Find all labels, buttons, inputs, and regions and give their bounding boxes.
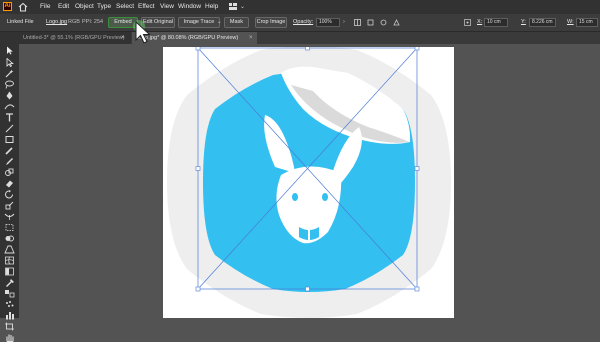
menu-view[interactable]: View: [160, 3, 174, 11]
menu-window[interactable]: Window: [178, 3, 201, 11]
blend-icon[interactable]: [4, 289, 15, 298]
mask-button[interactable]: Mask: [224, 17, 249, 28]
crop-image-button[interactable]: Crop Image: [255, 17, 287, 28]
menu-type[interactable]: Type: [97, 3, 111, 11]
color-mode: RGB: [68, 19, 80, 25]
workspace-icon[interactable]: [229, 3, 237, 10]
type-icon[interactable]: [4, 113, 15, 122]
paintbrush-icon[interactable]: [4, 146, 15, 155]
eyedropper-icon[interactable]: [4, 278, 15, 287]
recolor-icon[interactable]: [393, 19, 400, 26]
app-logo: Ai: [3, 2, 12, 11]
eraser-icon[interactable]: [4, 179, 15, 188]
hand-icon[interactable]: [4, 333, 15, 342]
align-icon[interactable]: [354, 19, 361, 26]
symbol-sprayer-icon[interactable]: [4, 300, 15, 309]
tools-panel: [0, 32, 19, 342]
image-trace-dropdown[interactable]: ⌄: [217, 19, 222, 26]
y-label[interactable]: Y:: [521, 19, 526, 26]
tab-untitled-3[interactable]: Untitled-3* @ 55.1% (RGB/GPU Preview): [19, 32, 131, 44]
isolate-icon[interactable]: [380, 19, 387, 26]
tab-logo-jpg-close-icon[interactable]: ×: [249, 32, 253, 44]
chevron-down-icon[interactable]: ⌄: [240, 3, 245, 11]
x-label[interactable]: X:: [477, 19, 482, 26]
pointer-cursor-icon: [133, 20, 151, 44]
ppi-value: PPI: 254: [82, 19, 104, 25]
x-field[interactable]: 10 cm: [484, 18, 508, 27]
opacity-flyout-icon[interactable]: ›: [343, 19, 345, 26]
magic-wand-icon[interactable]: [4, 69, 15, 78]
direct-selection-tool-icon[interactable]: [4, 58, 15, 67]
curvature-icon[interactable]: [4, 102, 15, 111]
image-trace-button[interactable]: Image Trace: [178, 17, 220, 28]
home-icon[interactable]: [18, 2, 28, 12]
menu-object[interactable]: Object: [75, 3, 94, 11]
lasso-icon[interactable]: [4, 80, 15, 89]
shape-builder-icon[interactable]: [4, 234, 15, 243]
menu-effect[interactable]: Effect: [138, 3, 155, 11]
scale-icon[interactable]: [4, 201, 15, 210]
graph-icon[interactable]: [4, 311, 15, 320]
transform-icon[interactable]: [367, 19, 374, 26]
y-field[interactable]: 8.226 cm: [529, 18, 556, 27]
menu-file[interactable]: File: [40, 3, 50, 11]
tab-untitled-3-close-icon[interactable]: ×: [121, 32, 125, 44]
w-field[interactable]: 15 cm: [576, 18, 598, 27]
line-icon[interactable]: [4, 124, 15, 133]
opacity-label[interactable]: Opacity:: [293, 19, 313, 26]
width-icon[interactable]: [4, 212, 15, 221]
document-tab-bar: Untitled-3* @ 55.1% (RGB/GPU Preview) × …: [19, 32, 600, 44]
rotate-icon[interactable]: [4, 190, 15, 199]
perspective-icon[interactable]: [4, 245, 15, 254]
w-label[interactable]: W:: [567, 19, 574, 26]
control-bar: Linked File Logo.jpg RGB PPI: 254 Embed …: [0, 14, 600, 32]
gradient-icon[interactable]: [4, 267, 15, 276]
file-name-link[interactable]: Logo.jpg: [46, 19, 67, 26]
pencil-icon[interactable]: [4, 157, 15, 166]
artboard-icon[interactable]: [4, 322, 15, 331]
selection-tool-icon[interactable]: [4, 46, 15, 55]
linked-file-label[interactable]: Linked File: [7, 19, 34, 26]
free-transform-icon[interactable]: [4, 223, 15, 232]
shaper-icon[interactable]: [4, 168, 15, 177]
reference-point-icon[interactable]: [464, 19, 471, 26]
menu-bar: Ai File Edit Object Type Select Effect V…: [0, 0, 600, 14]
artboard[interactable]: [163, 47, 454, 318]
mesh-icon[interactable]: [4, 256, 15, 265]
pen-icon[interactable]: [4, 91, 15, 100]
menu-edit[interactable]: Edit: [58, 3, 69, 11]
menu-select[interactable]: Select: [116, 3, 134, 11]
placed-logo-image[interactable]: [163, 47, 454, 318]
rectangle-icon[interactable]: [4, 135, 15, 144]
menu-help[interactable]: Help: [205, 3, 218, 11]
opacity-field[interactable]: 100%: [316, 18, 340, 27]
